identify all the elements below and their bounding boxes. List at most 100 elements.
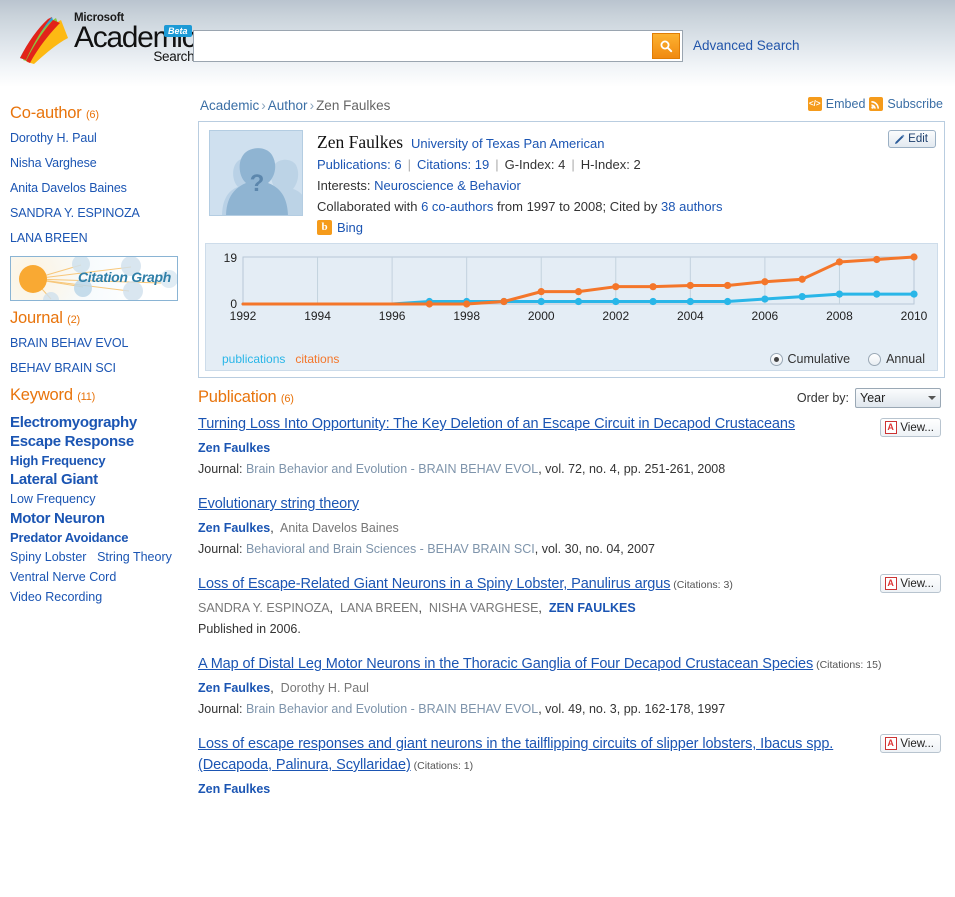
breadcrumb-separator-icon: ›	[309, 98, 315, 113]
keyword-item[interactable]: Spiny Lobster	[10, 550, 86, 564]
keyword-item[interactable]: Electromyography	[10, 414, 137, 431]
radio-annual-dot-icon[interactable]	[868, 352, 882, 366]
breadcrumb-current: Zen Faulkes	[316, 98, 391, 113]
coauthor-list: Dorothy H. Paul Nisha Varghese Anita Dav…	[10, 131, 190, 245]
publication-author[interactable]: NISHA VARGHESE	[429, 601, 539, 615]
publication-title-link[interactable]: Evolutionary string theory	[198, 496, 359, 512]
coauthor-item[interactable]: Anita Davelos Baines	[10, 181, 190, 195]
keyword-item[interactable]: Escape Response	[10, 433, 134, 450]
coauthor-item[interactable]: SANDRA Y. ESPINOZA	[10, 206, 190, 220]
citation-graph-thumbnail[interactable]: Citation Graph	[10, 256, 178, 301]
embed-icon[interactable]: </>	[807, 97, 822, 111]
svg-text:1998: 1998	[453, 309, 480, 323]
embed-link[interactable]: Embed	[826, 97, 866, 111]
pdf-icon	[885, 577, 898, 590]
journal-item[interactable]: BRAIN BEHAV EVOL	[10, 336, 190, 350]
journal-detail: , vol. 72, no. 4, pp. 251-261, 2008	[538, 462, 726, 476]
keyword-item[interactable]: Motor Neuron	[10, 510, 105, 527]
search-box[interactable]	[193, 30, 683, 62]
legend-citations[interactable]: citations	[295, 352, 339, 366]
site-logo[interactable]: Microsoft Academic Search Beta	[16, 10, 197, 72]
radio-annual[interactable]: Annual	[868, 352, 925, 366]
view-button-label: View...	[900, 737, 934, 750]
coauthor-item[interactable]: Nisha Varghese	[10, 156, 190, 170]
edit-button[interactable]: Edit	[888, 130, 936, 148]
publication-authors: Zen Faulkes, Anita Davelos Baines	[198, 520, 945, 537]
advanced-search-link[interactable]: Advanced Search	[693, 38, 800, 53]
publications-metric[interactable]: Publications: 6	[317, 157, 402, 172]
order-by-select[interactable]: Year	[855, 388, 941, 408]
publication-author-self[interactable]: Zen Faulkes	[198, 681, 270, 695]
chart-svg: 1992 1994 1996 1998 2000 2002 2004 2006 2008 2010…	[224, 251, 927, 323]
search-button[interactable]	[652, 33, 680, 59]
keyword-item[interactable]: Video Recording	[10, 590, 102, 604]
journal-name-link[interactable]: Brain Behavior and Evolution - BRAIN BEH…	[246, 462, 538, 476]
publication-author[interactable]: SANDRA Y. ESPINOZA	[198, 601, 330, 615]
coauthor-item[interactable]: Dorothy H. Paul	[10, 131, 190, 145]
keyword-item[interactable]: Predator Avoidance	[10, 530, 128, 545]
publication-title-link[interactable]: A Map of Distal Leg Motor Neurons in the…	[198, 656, 813, 672]
publication-author-self[interactable]: Zen Faulkes	[198, 782, 270, 796]
radio-cumulative-label: Cumulative	[787, 352, 851, 366]
metric-separator: |	[571, 157, 575, 172]
pdf-icon	[885, 421, 898, 434]
journal-label: Journal:	[198, 462, 246, 476]
keyword-item[interactable]: Low Frequency	[10, 492, 95, 506]
sidebar-heading-keyword: Keyword (11)	[10, 386, 190, 405]
interests-label: Interests:	[317, 178, 371, 193]
sidebar: Co-author (6) Dorothy H. Paul Nisha Varg…	[0, 88, 190, 607]
collab-prefix: Collaborated with	[317, 199, 418, 214]
svg-text:1996: 1996	[379, 309, 406, 323]
view-pdf-button[interactable]: View...	[880, 574, 941, 593]
publication-title-link[interactable]: Loss of escape responses and giant neuro…	[198, 736, 833, 773]
bing-link[interactable]: Bing	[337, 220, 363, 235]
order-by-value: Year	[860, 391, 886, 405]
collab-coauthors-link[interactable]: 6 co-authors	[421, 199, 493, 214]
publication-title-link[interactable]: Loss of Escape-Related Giant Neurons in …	[198, 576, 670, 592]
subscribe-link[interactable]: Subscribe	[887, 97, 943, 111]
publication-author[interactable]: Dorothy H. Paul	[281, 681, 369, 695]
keyword-item[interactable]: Lateral Giant	[10, 471, 98, 488]
publication-authors: Zen Faulkes	[198, 440, 945, 457]
radio-cumulative[interactable]: Cumulative	[769, 352, 851, 366]
journal-name-link[interactable]: Brain Behavior and Evolution - BRAIN BEH…	[246, 702, 538, 716]
profile-name-row: Zen Faulkes University of Texas Pan Ameri…	[317, 133, 934, 153]
author-separator: ,	[270, 681, 281, 695]
publication-author-self[interactable]: Zen Faulkes	[198, 521, 270, 535]
breadcrumb-author[interactable]: Author	[268, 98, 308, 113]
author-affiliation[interactable]: University of Texas Pan American	[411, 136, 604, 151]
breadcrumb-academic[interactable]: Academic	[200, 98, 259, 113]
publication-author-self[interactable]: ZEN FAULKES	[549, 601, 636, 615]
order-by-control: Order by: Year	[797, 388, 941, 408]
view-pdf-button[interactable]: View...	[880, 734, 941, 753]
rss-icon[interactable]	[869, 97, 884, 111]
citations-metric[interactable]: Citations: 19	[417, 157, 489, 172]
keyword-item[interactable]: String Theory	[97, 550, 172, 564]
author-separator: ,	[418, 601, 429, 615]
keyword-item[interactable]: Ventral Nerve Cord	[10, 570, 116, 584]
legend-publications[interactable]: publications	[222, 352, 285, 366]
publication-author[interactable]: Anita Davelos Baines	[280, 521, 399, 535]
collab-cited-link[interactable]: 38 authors	[661, 199, 722, 214]
gindex-metric: G-Index: 4	[504, 157, 566, 172]
coauthor-item[interactable]: LANA BREEN	[10, 231, 190, 245]
publication-title-link[interactable]: Turning Loss Into Opportunity: The Key D…	[198, 416, 795, 432]
publication-author-self[interactable]: Zen Faulkes	[198, 441, 270, 455]
journal-label: Journal:	[198, 542, 246, 556]
journal-name-link[interactable]: Behavioral and Brain Sciences - BEHAV BR…	[246, 542, 535, 556]
author-separator: ,	[270, 521, 280, 535]
interests-value[interactable]: Neuroscience & Behavior	[374, 178, 521, 193]
publication-author[interactable]: LANA BREEN	[340, 601, 419, 615]
publications-heading: Publication (6)	[198, 388, 294, 406]
author-profile-card: ? Zen Faulkes University of Texas Pan Ame…	[198, 121, 945, 378]
chart-plot-area: 1992 1994 1996 1998 2000 2002 2004 2006 2008 2010…	[206, 244, 937, 336]
view-pdf-button[interactable]: View...	[880, 418, 941, 437]
journal-detail: , vol. 30, no. 04, 2007	[534, 542, 655, 556]
journal-item[interactable]: BEHAV BRAIN SCI	[10, 361, 190, 375]
radio-cumulative-dot-icon[interactable]	[769, 352, 783, 366]
bing-row[interactable]: b Bing	[317, 220, 934, 235]
keyword-count: (11)	[77, 391, 96, 403]
keyword-item[interactable]: High Frequency	[10, 453, 106, 468]
search-input[interactable]	[194, 31, 652, 61]
edit-button-label: Edit	[908, 133, 928, 145]
